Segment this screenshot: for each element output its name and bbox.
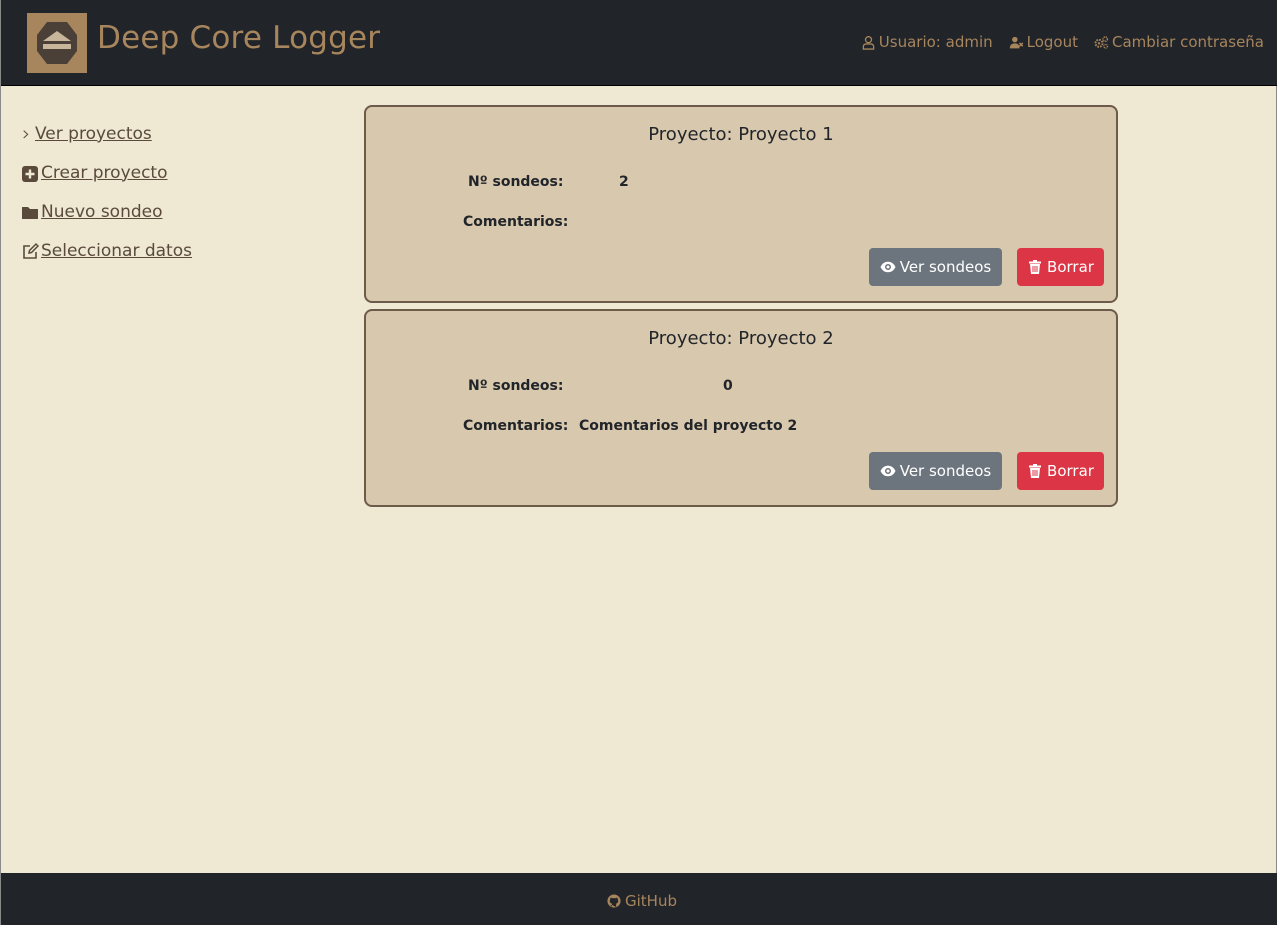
logout-label: Logout [1026, 33, 1078, 51]
comentarios-label: Comentarios: [463, 214, 569, 230]
logout-link[interactable]: Logout [1009, 33, 1078, 51]
app-title[interactable]: Deep Core Logger [97, 20, 380, 56]
user-info[interactable]: Usuario: admin [861, 33, 993, 51]
eye-icon [880, 261, 896, 273]
sidebar-item-label: Crear proyecto [41, 162, 168, 183]
sidebar-item-ver-proyectos[interactable]: Ver proyectos [21, 114, 192, 153]
change-password-link[interactable]: Cambiar contraseña [1094, 33, 1264, 51]
sidebar-item-nuevo-sondeo[interactable]: Nuevo sondeo [21, 192, 192, 231]
borrar-button[interactable]: Borrar [1017, 452, 1104, 490]
edit-icon [23, 242, 39, 259]
app-logo[interactable] [27, 13, 87, 73]
button-label: Ver sondeos [899, 462, 992, 480]
sidebar: Ver proyectos Crear proyecto Nuevo sonde… [21, 114, 192, 270]
eye-icon [880, 465, 896, 477]
sidebar-item-label: Nuevo sondeo [41, 201, 163, 222]
sidebar-item-crear-proyecto[interactable]: Crear proyecto [21, 153, 192, 192]
button-label: Borrar [1047, 258, 1094, 276]
project-title: Proyecto: Proyecto 1 [648, 124, 834, 145]
github-icon [607, 894, 621, 908]
button-label: Ver sondeos [899, 258, 992, 276]
comentarios-value: Comentarios del proyecto 2 [579, 418, 798, 434]
project-title: Proyecto: Proyecto 2 [648, 328, 834, 349]
sidebar-item-seleccionar-datos[interactable]: Seleccionar datos [21, 231, 192, 270]
user-times-icon [1009, 36, 1023, 48]
top-navbar: Deep Core Logger Usuario: admin Logout C… [1, 0, 1277, 86]
project-card: Proyecto: Proyecto 1 Nº sondeos: 2 Comen… [364, 105, 1118, 303]
github-label: GitHub [625, 892, 677, 910]
comentarios-label: Comentarios: [463, 418, 569, 434]
ver-sondeos-button[interactable]: Ver sondeos [869, 248, 1002, 286]
plus-square-icon [22, 165, 38, 182]
github-link[interactable]: GitHub [607, 892, 677, 910]
ver-sondeos-button[interactable]: Ver sondeos [869, 452, 1002, 490]
trash-icon [1029, 464, 1042, 478]
sondeos-label: Nº sondeos: [468, 174, 564, 190]
sidebar-item-label: Seleccionar datos [41, 240, 192, 261]
project-card: Proyecto: Proyecto 2 Nº sondeos: 0 Comen… [364, 309, 1118, 507]
folder-icon [22, 206, 38, 219]
user-label: Usuario: admin [878, 33, 993, 51]
sondeos-label: Nº sondeos: [468, 378, 564, 394]
user-icon [862, 35, 875, 50]
sondeos-value: 0 [723, 378, 733, 394]
button-label: Borrar [1047, 462, 1094, 480]
sondeos-value: 2 [619, 174, 629, 190]
sidebar-item-label: Ver proyectos [35, 123, 152, 144]
chevron-right-icon [23, 129, 29, 138]
trash-icon [1029, 260, 1042, 274]
footer: GitHub [1, 873, 1277, 925]
change-password-label: Cambiar contraseña [1111, 33, 1264, 51]
core-logo-icon [27, 13, 87, 73]
cogs-icon [1094, 35, 1109, 49]
borrar-button[interactable]: Borrar [1017, 248, 1104, 286]
user-nav: Usuario: admin Logout Cambiar contraseña [861, 33, 1264, 51]
